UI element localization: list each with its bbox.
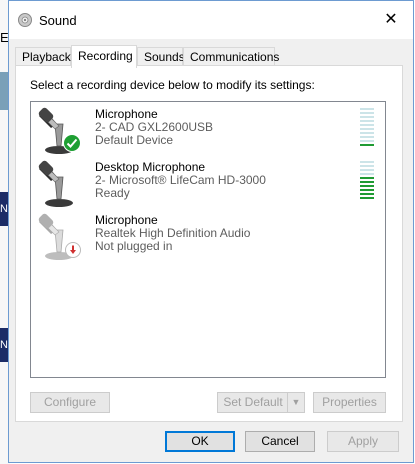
tab-communications[interactable]: Communications [183,47,279,66]
level-meter-segment [360,112,374,114]
set-default-label: Set Default [223,395,283,409]
level-meter-segment [360,169,374,171]
set-default-button[interactable]: Set Default ▼ [217,392,305,413]
level-meter-segment [360,173,374,175]
apply-button[interactable]: Apply [327,431,399,452]
level-meter-segment [360,165,374,167]
device-status: Ready [95,186,130,200]
device-item-desktop-microphone[interactable]: Desktop Microphone 2- Microsoft® LifeCam… [31,159,385,211]
level-meter-segment [360,128,374,130]
level-meter-segment [360,108,374,110]
level-meter-segment [360,161,374,163]
level-meter-segment [360,132,374,134]
level-meter-segment [360,193,374,195]
device-status: Default Device [95,133,174,147]
sound-dialog: Sound ✕ Playback Recording Sounds Commun… [8,0,414,463]
level-meter-segment [360,185,374,187]
device-list[interactable]: Microphone 2- CAD GXL2600USB Default Dev… [30,101,386,378]
device-item-realtek-microphone[interactable]: Microphone Realtek High Definition Audio… [31,212,385,264]
configure-button[interactable]: Configure [30,392,110,413]
level-meter-segment [360,116,374,118]
properties-button[interactable]: Properties [313,392,386,413]
level-meter-segment [360,181,374,183]
level-meter [360,108,374,148]
close-button[interactable]: ✕ [369,1,413,39]
unplugged-icon [65,242,81,261]
title-bar: Sound ✕ [9,1,413,39]
chevron-down-icon[interactable]: ▼ [287,393,304,412]
level-meter-segment [360,120,374,122]
level-meter-segment [360,197,374,199]
level-meter-segment [360,136,374,138]
device-status: Not plugged in [95,239,173,253]
speaker-icon [17,12,33,31]
default-check-icon [63,134,81,155]
tab-sounds[interactable]: Sounds [137,47,185,66]
instruction-text: Select a recording device below to modif… [30,78,315,92]
microphone-icon [35,159,85,209]
cancel-button[interactable]: Cancel [245,431,315,452]
close-icon: ✕ [384,11,398,28]
level-meter-segment [360,140,374,142]
level-meter-segment [360,177,374,179]
device-item-cad-microphone[interactable]: Microphone 2- CAD GXL2600USB Default Dev… [31,106,385,158]
level-meter-segment [360,189,374,191]
recording-panel: Select a recording device below to modif… [15,65,403,422]
tab-recording[interactable]: Recording [71,45,137,68]
level-meter-segment [360,144,374,146]
window-title: Sound [39,13,77,28]
level-meter-segment [360,124,374,126]
ok-button[interactable]: OK [165,431,235,452]
tab-playback[interactable]: Playback [15,47,71,66]
level-meter [360,161,374,201]
